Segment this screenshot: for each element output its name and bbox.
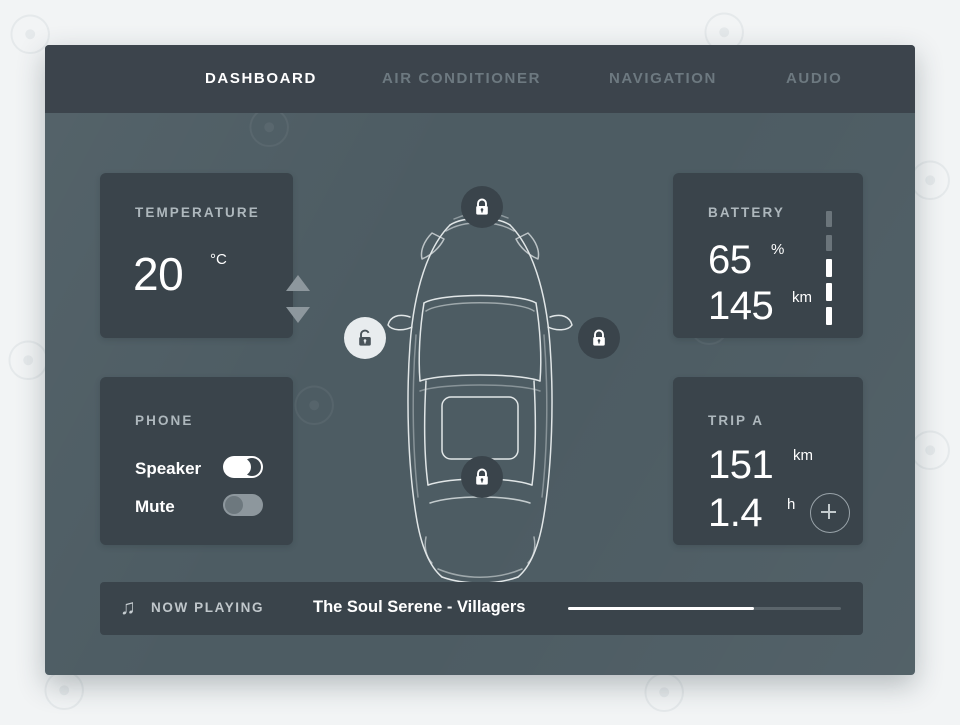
watermark-decor: ☉	[290, 377, 339, 437]
mute-toggle[interactable]	[223, 494, 263, 516]
lock-hood[interactable]	[461, 186, 503, 228]
now-playing-progress-bar[interactable]	[568, 607, 841, 610]
car-dashboard-screen: ☉ ☉ ☉ DASHBOARD AIR CONDITIONER NAVIGATI…	[45, 45, 915, 675]
battery-percent-unit: %	[771, 241, 785, 258]
battery-percent-value: 65	[708, 238, 752, 282]
phone-panel: PHONE Speaker Mute	[100, 377, 293, 545]
lock-closed-icon	[476, 198, 488, 215]
battery-gauge-segment	[826, 307, 832, 325]
lock-trunk[interactable]	[461, 456, 503, 498]
trip-add-button[interactable]	[810, 493, 850, 533]
lock-passenger-door[interactable]	[578, 317, 620, 359]
tab-bar: DASHBOARD AIR CONDITIONER NAVIGATION AUD…	[45, 45, 915, 113]
trip-duration-value: 1.4	[708, 491, 763, 535]
battery-gauge-segment	[826, 235, 832, 251]
lock-closed-icon	[593, 329, 605, 346]
now-playing-track-title: The Soul Serene - Villagers	[313, 598, 526, 616]
temperature-unit: °C	[210, 251, 227, 268]
battery-gauge-segment	[826, 211, 832, 227]
battery-panel-title: BATTERY	[708, 205, 785, 220]
battery-gauge-segment	[826, 259, 832, 277]
trip-duration-unit: h	[787, 496, 796, 513]
temperature-value: 20	[133, 248, 184, 300]
trip-distance-unit: km	[793, 447, 813, 464]
trip-panel-title: TRIP A	[708, 413, 765, 428]
now-playing-progress-fill	[568, 607, 754, 610]
temperature-panel: TEMPERATURE 20 °C	[100, 173, 310, 338]
battery-range-unit: km	[792, 289, 812, 306]
speaker-label: Speaker	[135, 459, 202, 478]
now-playing-label: NOW PLAYING	[151, 600, 265, 615]
lock-closed-icon	[476, 468, 488, 485]
battery-gauge-segment	[826, 283, 832, 301]
speaker-toggle-knob	[243, 458, 261, 476]
phone-panel-title: PHONE	[135, 413, 194, 428]
temperature-decrease-button[interactable]	[286, 307, 310, 323]
temperature-increase-button[interactable]	[286, 275, 310, 291]
tab-navigation[interactable]: NAVIGATION	[609, 45, 717, 113]
mute-label: Mute	[135, 497, 175, 516]
car-top-view-sketch	[387, 212, 573, 584]
trip-distance-value: 151	[708, 443, 774, 487]
lock-driver-door[interactable]	[344, 317, 386, 359]
lock-open-icon	[359, 329, 371, 346]
speaker-toggle[interactable]	[223, 456, 263, 478]
tab-audio[interactable]: AUDIO	[786, 45, 842, 113]
tab-dashboard[interactable]: DASHBOARD	[205, 45, 317, 113]
trip-panel: TRIP A 151 km 1.4 h	[673, 377, 863, 545]
now-playing-bar: ♫ NOW PLAYING The Soul Serene - Villager…	[100, 582, 863, 635]
temperature-panel-title: TEMPERATURE	[135, 205, 260, 220]
music-note-icon: ♫	[120, 596, 136, 619]
battery-range-value: 145	[708, 284, 774, 328]
battery-panel: BATTERY 65 % 145 km	[673, 173, 863, 338]
mute-toggle-knob	[225, 496, 243, 514]
tab-air-conditioner[interactable]: AIR CONDITIONER	[382, 45, 541, 113]
